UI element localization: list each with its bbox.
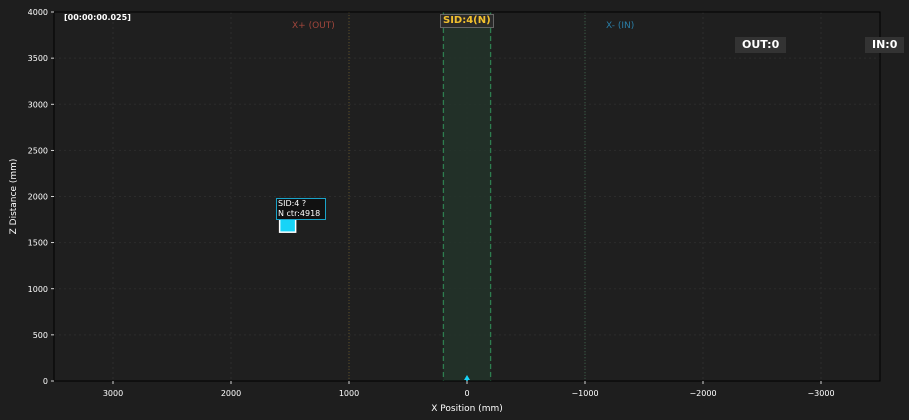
y-tick-label: 1000	[28, 285, 48, 294]
y-tick-label: 500	[33, 331, 48, 340]
object-label-line1: SID:4 ?	[278, 199, 307, 208]
out-counter: OUT:0	[735, 37, 787, 53]
x-axis-label: X Position (mm)	[431, 404, 503, 414]
y-tick-label: 2000	[28, 193, 48, 202]
x-tick-label: 0	[464, 389, 469, 398]
object-label: SID:4 ? N ctr:4918	[276, 198, 326, 220]
position-chart: 3000 2000 1000 0 −1000 −2000 −3000 0 500 1000 1500…	[9, 8, 881, 414]
x-tick-label: 3000	[103, 389, 123, 398]
sid-title: SID:4(N)	[440, 14, 494, 28]
x-tick-label: 2000	[221, 389, 241, 398]
y-tick-label: 2500	[28, 146, 48, 155]
y-tick-label: 1500	[28, 239, 48, 248]
y-tick-label: 4000	[28, 8, 48, 17]
x-tick-label: −1000	[571, 389, 598, 398]
y-tick-label: 3000	[28, 100, 48, 109]
y-tick-label: 0	[43, 377, 48, 386]
y-axis-label: Z Distance (mm)	[9, 159, 19, 235]
in-counter: IN:0	[865, 37, 905, 53]
y-tick-label: 3500	[28, 54, 48, 63]
x-tick-label: 1000	[339, 389, 359, 398]
timestamp-label: [00:00:00.025]	[64, 13, 131, 22]
in-zone-label: X- (IN)	[606, 21, 635, 31]
detection-band	[443, 12, 491, 381]
object-label-line2: N ctr:4918	[278, 209, 321, 218]
x-tick-label: −3000	[807, 389, 834, 398]
x-tick-label: −2000	[689, 389, 716, 398]
out-zone-label: X+ (OUT)	[292, 21, 335, 31]
